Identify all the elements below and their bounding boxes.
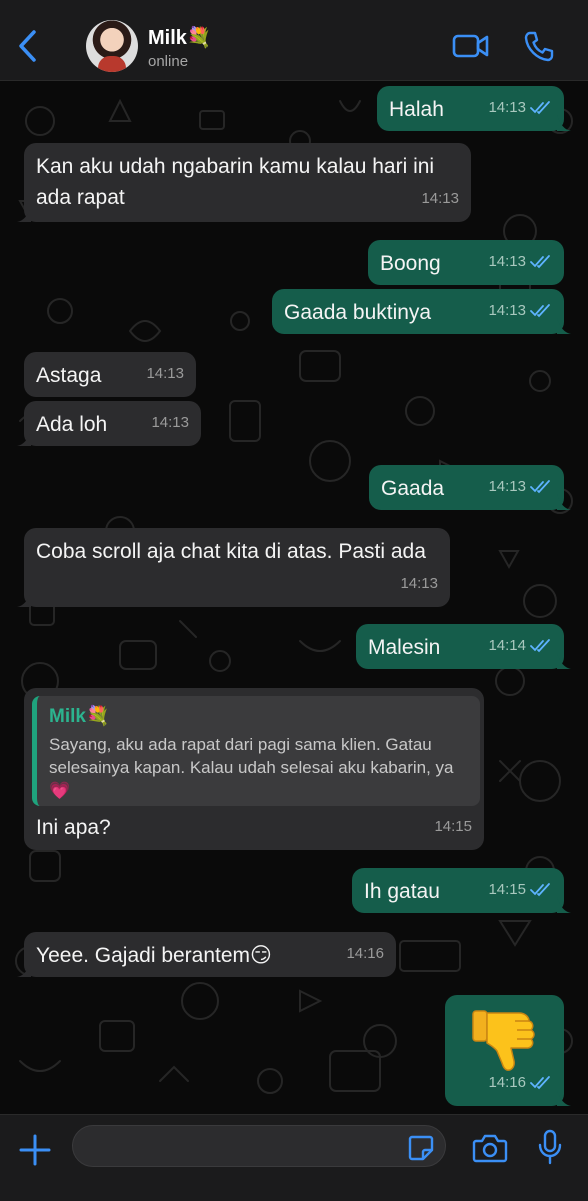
plus-icon bbox=[19, 1134, 51, 1166]
message-time: 14:13 bbox=[421, 190, 459, 207]
back-button[interactable] bbox=[14, 28, 42, 64]
message-time: 14:16 bbox=[346, 945, 384, 962]
message-text: Ada loh bbox=[36, 413, 108, 436]
message-meta: 14:13 bbox=[488, 471, 552, 502]
thumbs-down-icon bbox=[472, 1010, 535, 1071]
message-bubble-incoming-reply[interactable]: Milk💐 Sayang, aku ada rapat dari pagi sa… bbox=[24, 688, 484, 850]
message-text: Astaga bbox=[36, 364, 102, 387]
voice-record-button[interactable] bbox=[538, 1129, 562, 1165]
message-bubble-outgoing[interactable]: Halah 14:13 bbox=[377, 86, 571, 131]
bubble-tail bbox=[557, 653, 571, 669]
message-time: 14:14 bbox=[488, 637, 526, 654]
message-bubble-outgoing[interactable]: Gaada 14:13 bbox=[369, 465, 571, 510]
bubble-tail bbox=[557, 897, 571, 913]
message-text: Yeee. Gajadi berantem😏 bbox=[36, 944, 272, 967]
bubble-tail bbox=[17, 430, 31, 446]
read-receipt-icon bbox=[530, 100, 550, 114]
message-meta: 14:15 bbox=[488, 874, 552, 905]
message-bubble-outgoing[interactable]: Ih gatau 14:15 bbox=[352, 868, 571, 913]
message-text: Boong bbox=[380, 252, 441, 275]
read-receipt-icon bbox=[530, 479, 550, 493]
message-text: Coba scroll aja chat kita di atas. Pasti… bbox=[36, 540, 426, 563]
camera-button[interactable] bbox=[472, 1133, 508, 1163]
message-bubble-outgoing[interactable]: Boong 14:13 bbox=[368, 240, 564, 285]
message-bubble-incoming[interactable]: Yeee. Gajadi berantem😏 14:16 bbox=[17, 932, 396, 977]
bubble-tail bbox=[557, 494, 571, 510]
message-meta: 14:13 bbox=[146, 358, 184, 389]
quoted-message[interactable]: Milk💐 Sayang, aku ada rapat dari pagi sa… bbox=[32, 696, 480, 806]
message-text: Gaada bbox=[381, 477, 445, 500]
message-time: 14:13 bbox=[146, 365, 184, 382]
read-receipt-icon bbox=[530, 254, 550, 268]
camera-icon bbox=[472, 1134, 508, 1163]
message-bubble-incoming[interactable]: Kan aku udah ngabarin kamu kalau hari in… bbox=[17, 143, 471, 222]
message-text: Gaada buktinya bbox=[284, 301, 432, 324]
message-bubble-incoming[interactable]: Astaga 14:13 bbox=[24, 352, 196, 397]
message-time: 14:16 bbox=[488, 1074, 526, 1091]
message-bubble-incoming[interactable]: Coba scroll aja chat kita di atas. Pasti… bbox=[17, 528, 450, 607]
message-time: 14:15 bbox=[488, 881, 526, 898]
read-receipt-icon bbox=[530, 1075, 550, 1089]
message-text: Malesin bbox=[368, 636, 441, 659]
contact-name[interactable]: Milk💐 bbox=[148, 25, 212, 50]
bubble-tail bbox=[17, 591, 31, 607]
message-time: 14:13 bbox=[488, 99, 526, 116]
video-camera-icon bbox=[452, 34, 489, 58]
sticker-button[interactable] bbox=[408, 1135, 434, 1161]
chevron-left-icon bbox=[19, 30, 36, 62]
message-bubble-outgoing[interactable]: Gaada buktinya 14:13 bbox=[272, 289, 571, 334]
message-time: 14:15 bbox=[434, 818, 472, 835]
message-meta: 14:13 bbox=[488, 295, 552, 326]
composer-bar bbox=[0, 1114, 588, 1201]
avatar[interactable] bbox=[86, 20, 138, 72]
message-meta: 14:13 bbox=[151, 407, 189, 438]
message-time: 14:13 bbox=[400, 575, 438, 592]
bubble-tail bbox=[557, 318, 571, 334]
message-list[interactable]: Halah 14:13 Kan aku udah ngabarin kamu k… bbox=[0, 81, 588, 1114]
bubble-tail bbox=[17, 961, 31, 977]
message-text: Ih gatau bbox=[364, 880, 440, 903]
message-time: 14:13 bbox=[488, 302, 526, 319]
message-time: 14:13 bbox=[488, 253, 526, 270]
message-bubble-outgoing[interactable]: Malesin 14:14 bbox=[356, 624, 571, 669]
contact-status: online bbox=[148, 53, 189, 70]
message-text: Halah bbox=[389, 98, 444, 121]
message-meta: 14:16 bbox=[346, 938, 384, 969]
message-meta: 14:13 bbox=[488, 92, 552, 123]
read-receipt-icon bbox=[530, 882, 550, 896]
phone-icon bbox=[524, 31, 554, 62]
message-text: Kan aku udah ngabarin kamu kalau hari in… bbox=[36, 155, 435, 209]
sticker-icon bbox=[408, 1135, 434, 1161]
message-bubble-outgoing-emoji[interactable]: 14:16 bbox=[445, 995, 571, 1106]
message-time: 14:13 bbox=[151, 414, 189, 431]
bubble-tail bbox=[557, 1090, 571, 1106]
message-meta: 14:13 bbox=[488, 246, 552, 277]
microphone-icon bbox=[538, 1129, 562, 1165]
quoted-text: Sayang, aku ada rapat dari pagi sama kli… bbox=[49, 735, 454, 800]
message-meta: 14:16 bbox=[488, 1067, 552, 1098]
message-text: Ini apa? bbox=[36, 816, 111, 839]
message-meta: 14:13 bbox=[421, 183, 459, 214]
video-call-button[interactable] bbox=[452, 32, 490, 60]
bubble-tail bbox=[17, 206, 31, 222]
voice-call-button[interactable] bbox=[524, 30, 554, 62]
quoted-author: Milk💐 bbox=[49, 706, 110, 727]
message-meta: 14:13 bbox=[400, 568, 438, 599]
message-bubble-incoming[interactable]: Ada loh 14:13 bbox=[17, 401, 201, 446]
read-receipt-icon bbox=[530, 638, 550, 652]
message-input[interactable] bbox=[72, 1125, 446, 1167]
chat-header: Milk💐 online bbox=[0, 0, 588, 81]
read-receipt-icon bbox=[530, 303, 550, 317]
message-meta: 14:15 bbox=[434, 811, 472, 842]
attach-button[interactable] bbox=[18, 1133, 52, 1167]
message-meta: 14:14 bbox=[488, 630, 552, 661]
bubble-tail bbox=[557, 115, 571, 131]
message-time: 14:13 bbox=[488, 478, 526, 495]
